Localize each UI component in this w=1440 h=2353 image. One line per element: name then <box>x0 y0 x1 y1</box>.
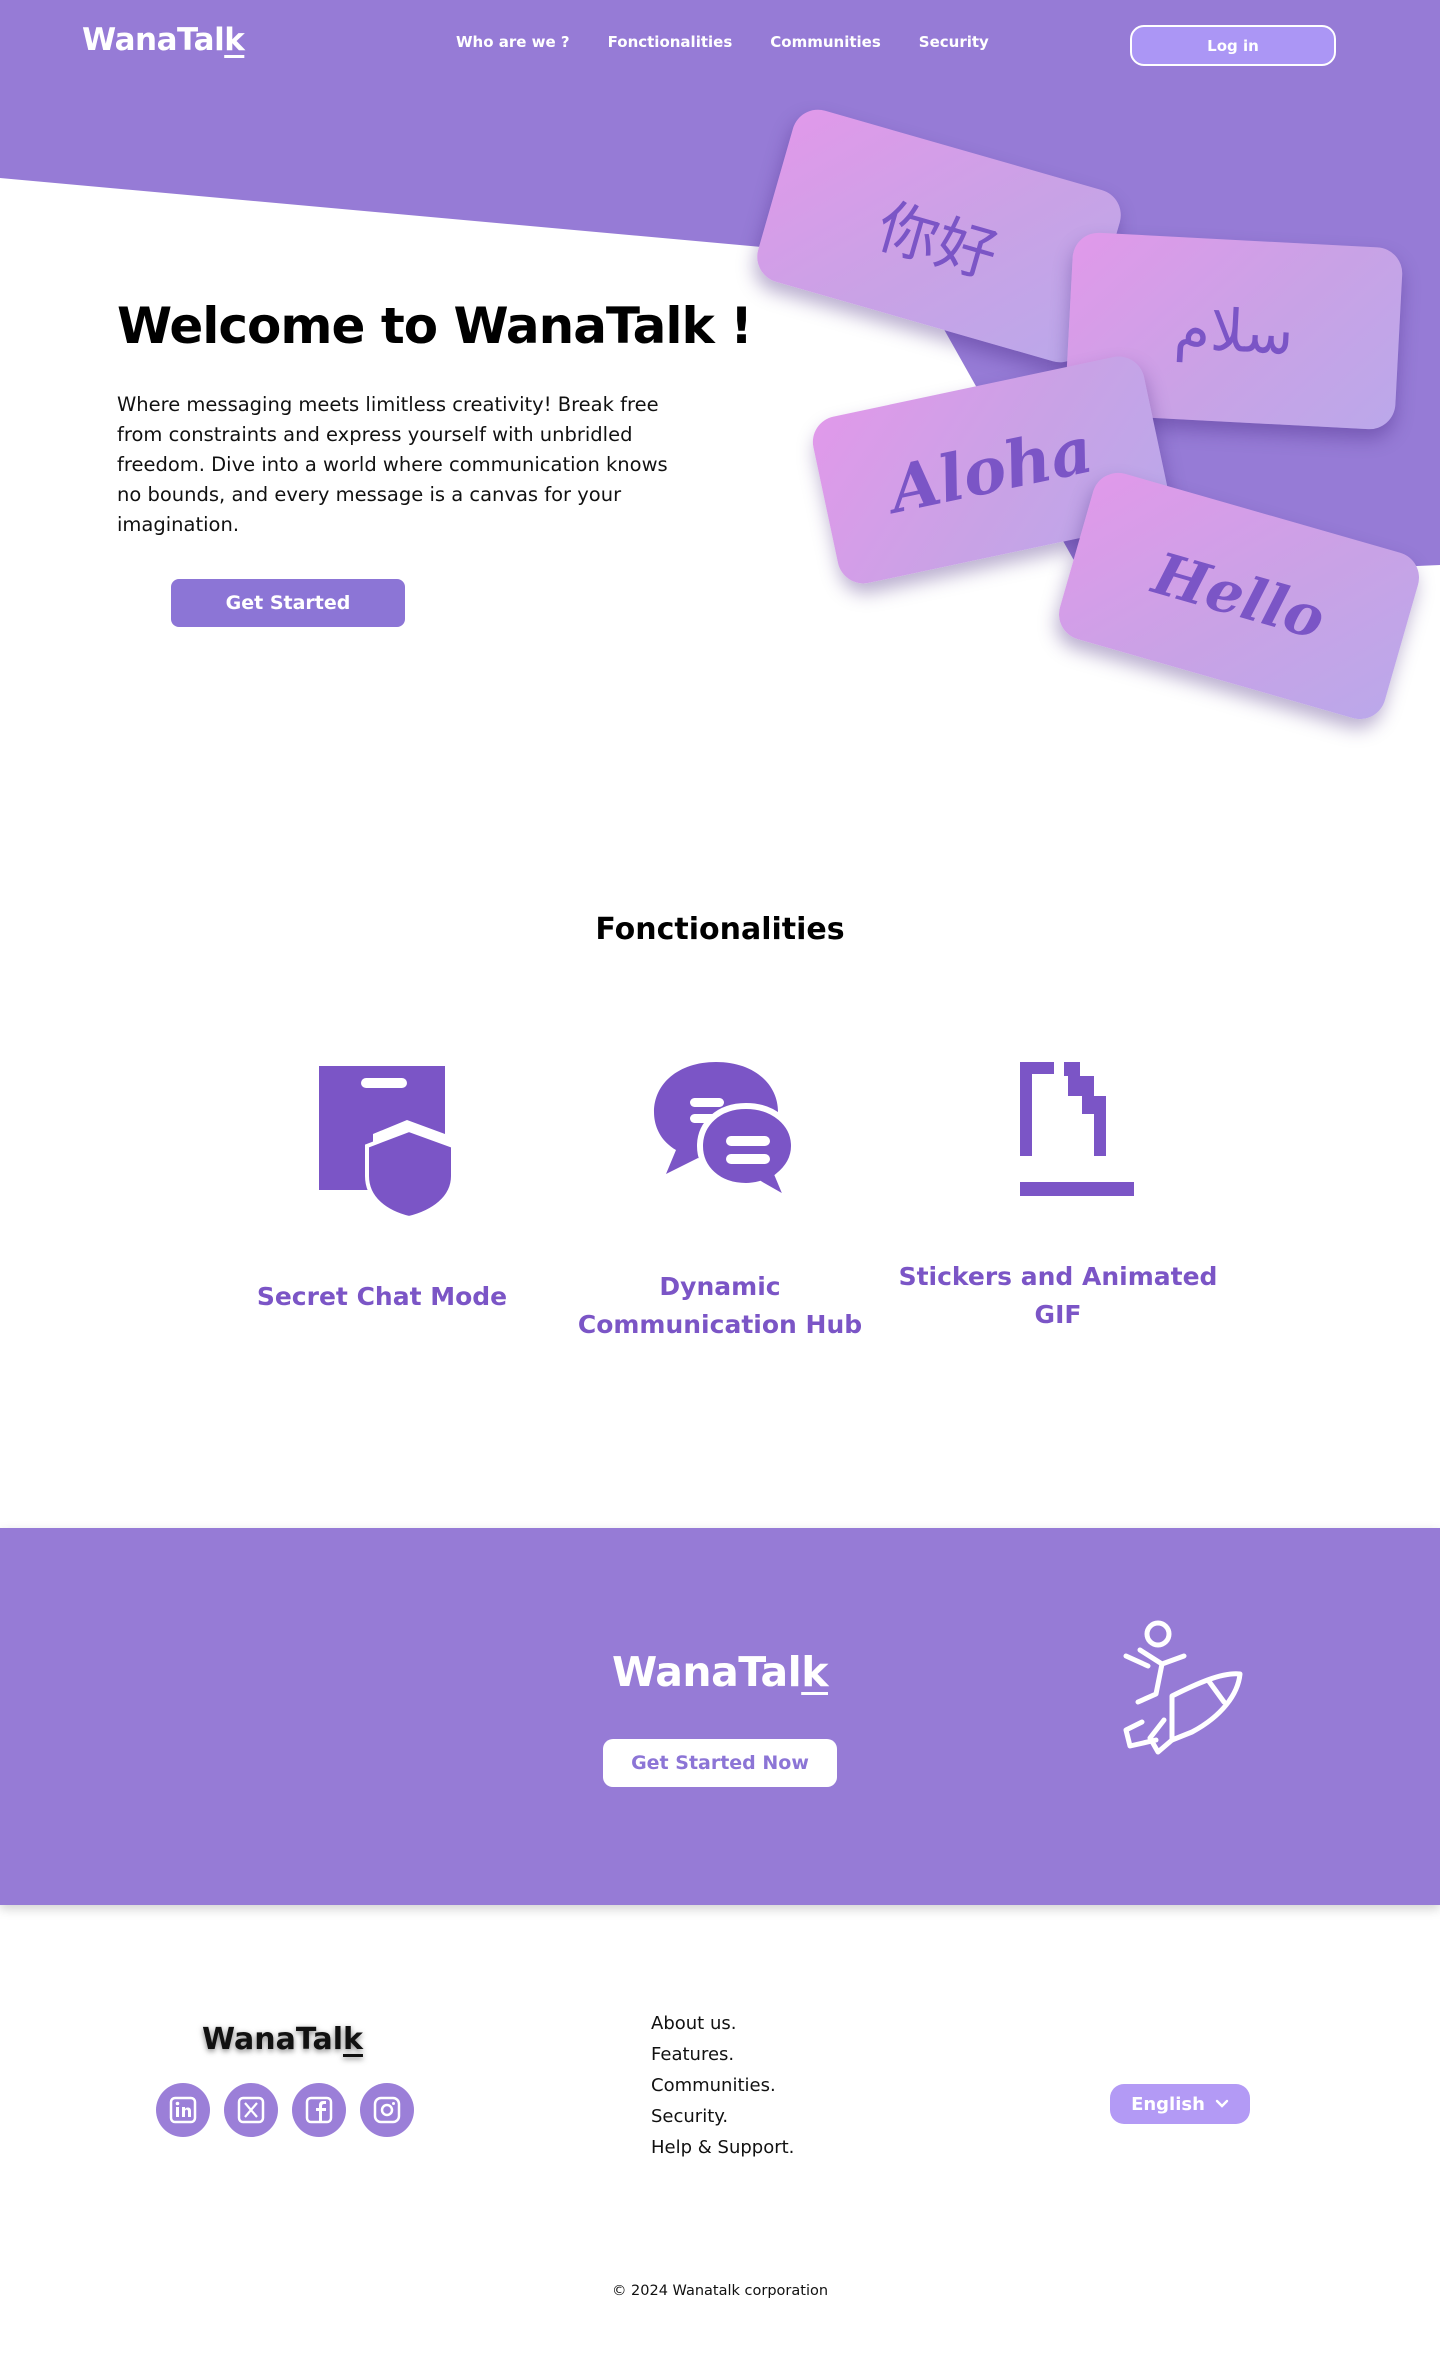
feature-secret-chat-label: Secret Chat Mode <box>256 1282 508 1311</box>
cta-section: WanaTalk Get Started Now <box>0 1528 1440 1905</box>
login-button[interactable]: Log in <box>1130 25 1336 66</box>
nav-fonctionalities[interactable]: Fonctionalities <box>608 33 733 51</box>
rocket-rider-icon <box>1123 1620 1243 1755</box>
sticker-icon <box>1020 1062 1134 1196</box>
facebook-icon[interactable] <box>292 2083 346 2137</box>
footer-link-about[interactable]: About us. <box>651 2008 794 2039</box>
instagram-icon[interactable] <box>360 2083 414 2137</box>
feature-stickers: Stickers and Animated GIF <box>898 1050 1218 1334</box>
footer-logo[interactable]: WanaTalk <box>202 2022 363 2057</box>
social-links <box>156 2083 414 2137</box>
nav-security[interactable]: Security <box>919 33 989 51</box>
feature-secret-chat: Secret Chat Mode <box>222 1050 542 1316</box>
header-logo[interactable]: WanaTalk <box>82 22 245 58</box>
nav-who-are-we[interactable]: Who are we ? <box>456 33 570 51</box>
hero-title: Welcome to WanaTalk ! <box>117 297 753 355</box>
get-started-button[interactable]: Get Started <box>171 579 405 627</box>
footer-link-communities[interactable]: Communities. <box>651 2070 794 2101</box>
feature-communication-hub: Dynamic Communication Hub <box>560 1050 880 1344</box>
get-started-now-button[interactable]: Get Started Now <box>603 1739 837 1787</box>
main-nav: Who are we ? Fonctionalities Communities… <box>456 33 989 51</box>
linkedin-icon[interactable] <box>156 2083 210 2137</box>
footer-link-security[interactable]: Security. <box>651 2101 794 2132</box>
footer-link-help[interactable]: Help & Support. <box>651 2132 794 2163</box>
language-label: English <box>1131 2093 1205 2115</box>
chat-bubbles-icon <box>654 1062 798 1207</box>
feature-stickers-label: Stickers and Animated GIF <box>898 1262 1218 1329</box>
language-select[interactable]: English <box>1110 2084 1250 2124</box>
features-title: Fonctionalities <box>595 912 845 947</box>
chevron-down-icon <box>1215 2099 1229 2108</box>
hero-description: Where messaging meets limitless creativi… <box>117 393 668 536</box>
footer-link-features[interactable]: Features. <box>651 2039 794 2070</box>
secret-chat-icon <box>319 1066 455 1220</box>
nav-communities[interactable]: Communities <box>770 33 881 51</box>
feature-communication-hub-label: Dynamic Communication Hub <box>577 1272 863 1339</box>
x-icon[interactable] <box>224 2083 278 2137</box>
copyright: © 2024 Wanatalk corporation <box>611 2283 829 2299</box>
footer-links: About us. Features. Communities. Securit… <box>651 2008 794 2163</box>
